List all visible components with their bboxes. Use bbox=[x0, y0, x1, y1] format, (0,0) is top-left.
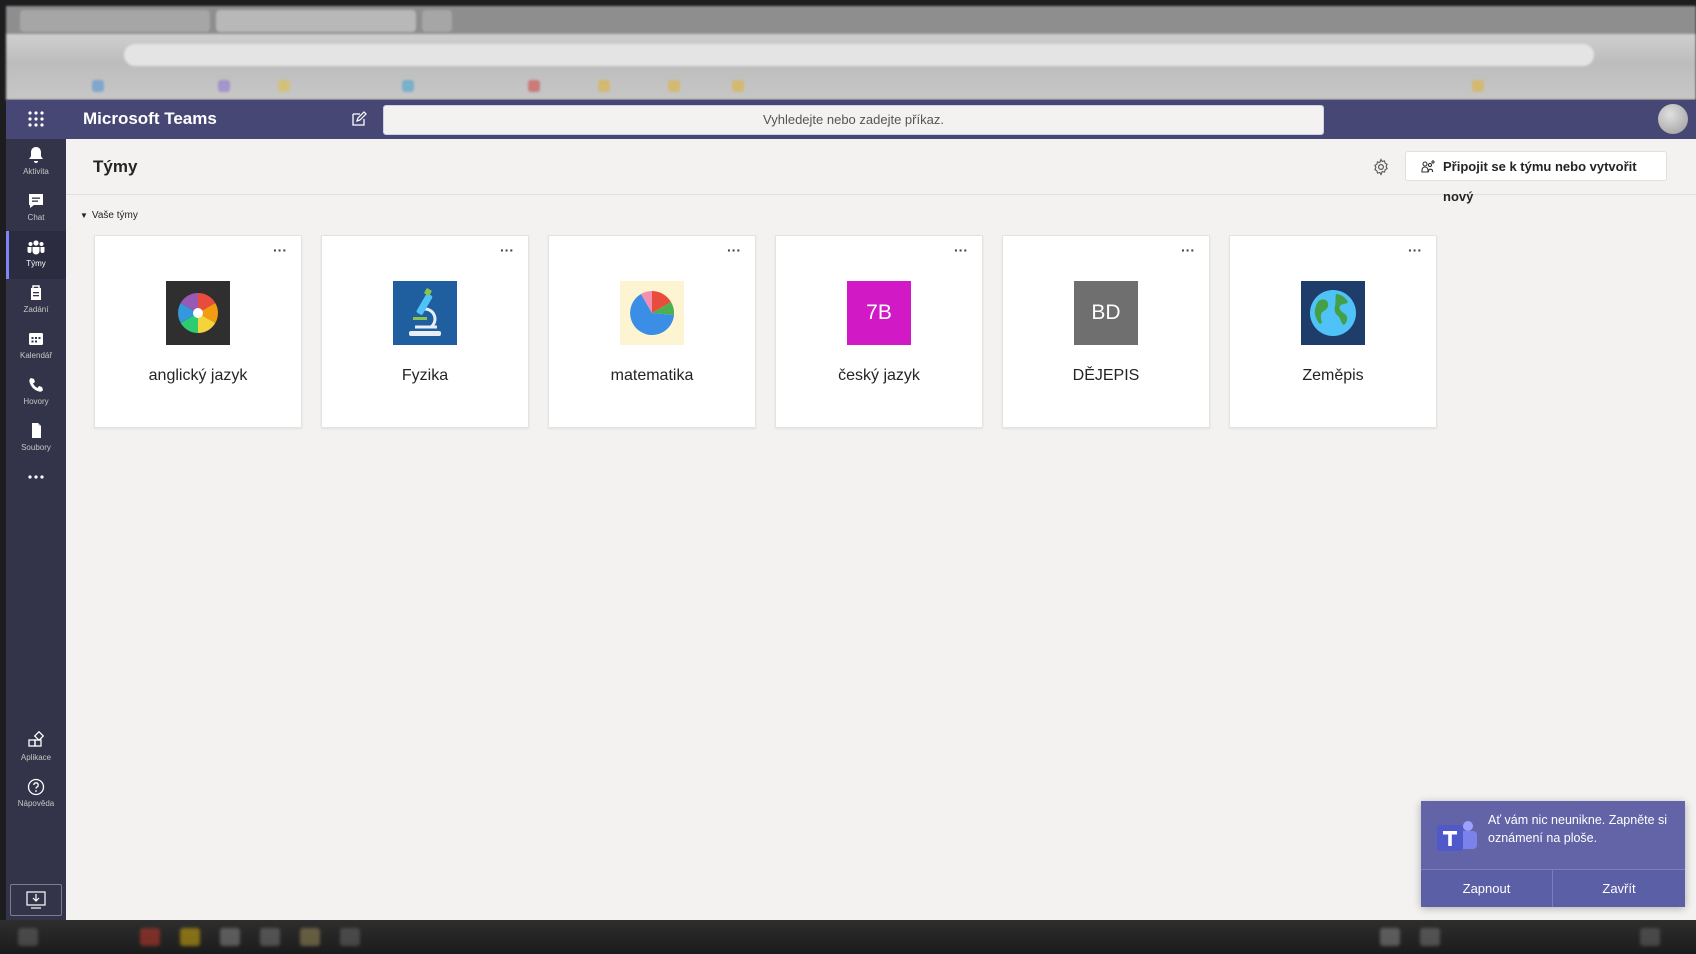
rail-item-label: Chat bbox=[27, 213, 45, 222]
bell-icon bbox=[29, 147, 43, 163]
os-taskbar bbox=[0, 920, 1696, 954]
taskbar-app-icon[interactable] bbox=[220, 928, 240, 946]
files-icon bbox=[32, 423, 41, 438]
pie-chart-icon bbox=[630, 291, 675, 335]
browser-address-bar[interactable] bbox=[124, 44, 1594, 66]
toast-actions: Zapnout Zavřít bbox=[1421, 869, 1685, 907]
browser-bookmarks-bar bbox=[6, 72, 1696, 100]
globe-icon bbox=[1310, 290, 1356, 336]
team-name: Fyzika bbox=[401, 367, 449, 384]
team-avatar: BD bbox=[1074, 281, 1138, 345]
section-label-text: Vaše týmy bbox=[91, 210, 138, 221]
more-options-icon[interactable]: ··· bbox=[1177, 243, 1199, 260]
rail-item-files[interactable]: Soubory bbox=[6, 415, 66, 463]
notification-toast: Ať vám nic neunikne. Zapněte si oznámení… bbox=[1421, 801, 1685, 907]
more-options-icon[interactable]: ··· bbox=[950, 243, 972, 260]
more-options-icon[interactable]: ··· bbox=[269, 243, 291, 260]
more-options-icon[interactable]: ··· bbox=[496, 243, 518, 260]
team-card[interactable]: ··· anglický jazyk bbox=[94, 235, 302, 428]
team-name: DĚJEPIS bbox=[1072, 367, 1140, 384]
rail-item-label: Týmy bbox=[26, 259, 46, 268]
app-launcher-icon[interactable] bbox=[26, 109, 46, 129]
team-card[interactable]: ··· Zeměpis bbox=[1229, 235, 1437, 428]
user-avatar[interactable] bbox=[1658, 104, 1688, 134]
team-card[interactable]: ··· matematika bbox=[548, 235, 756, 428]
taskbar-app-icon[interactable] bbox=[140, 928, 160, 946]
rail-item-label: Soubory bbox=[21, 443, 51, 452]
search-input[interactable]: Vyhledejte nebo zadejte příkaz. bbox=[383, 105, 1324, 135]
taskbar-app-icon[interactable] bbox=[180, 928, 200, 946]
team-avatar bbox=[1301, 281, 1365, 345]
rail-item-label: Aplikace bbox=[20, 753, 52, 762]
join-button-label: Připojit se k týmu nebo vytvořit nový bbox=[1443, 159, 1637, 204]
rail-item-assignments[interactable]: Zadání bbox=[6, 277, 66, 325]
your-teams-section-toggle[interactable]: ▼ Vaše týmy bbox=[80, 210, 138, 221]
taskbar-app-icon[interactable] bbox=[340, 928, 360, 946]
team-avatar: 7B bbox=[847, 281, 911, 345]
download-desktop-app-button[interactable] bbox=[10, 884, 62, 916]
team-name: Zeměpis bbox=[1302, 367, 1364, 384]
pie-chart-icon bbox=[178, 293, 218, 333]
teams-logo-icon bbox=[1437, 821, 1477, 851]
tray-icon[interactable] bbox=[1420, 928, 1440, 946]
browser-new-tab[interactable] bbox=[422, 10, 452, 32]
assignments-icon bbox=[31, 285, 41, 300]
browser-tab-strip bbox=[6, 6, 1696, 34]
rail-item-help[interactable]: Nápověda bbox=[6, 771, 66, 819]
team-card[interactable]: ··· BD DĚJEPIS bbox=[1002, 235, 1210, 428]
tray-icon[interactable] bbox=[1640, 928, 1660, 946]
more-options-icon[interactable]: ··· bbox=[723, 243, 745, 260]
rail-item-label: Hovory bbox=[23, 397, 49, 406]
team-avatar bbox=[620, 281, 684, 345]
rail-item-calls[interactable]: Hovory bbox=[6, 369, 66, 417]
rail-item-teams[interactable]: Týmy bbox=[6, 231, 66, 279]
enable-notifications-button[interactable]: Zapnout bbox=[1421, 870, 1553, 907]
microscope-icon bbox=[409, 288, 441, 336]
taskbar-app-icon[interactable] bbox=[260, 928, 280, 946]
chat-icon bbox=[29, 194, 43, 208]
phone-icon bbox=[29, 378, 43, 392]
download-icon bbox=[26, 891, 46, 909]
teams-icon bbox=[27, 240, 45, 255]
rail-item-label: Zadání bbox=[23, 305, 49, 314]
join-or-create-team-button[interactable]: Připojit se k týmu nebo vytvořit nový bbox=[1405, 151, 1667, 204]
page-title: Týmy bbox=[93, 157, 138, 176]
team-avatar bbox=[393, 281, 457, 345]
more-horizontal-icon bbox=[28, 475, 44, 479]
rail-item-calendar[interactable]: Kalendář bbox=[6, 323, 66, 371]
tray-icon[interactable] bbox=[1380, 928, 1400, 946]
team-name: matematika bbox=[610, 367, 694, 384]
rail-more-button[interactable] bbox=[6, 461, 66, 491]
browser-tab[interactable] bbox=[20, 10, 210, 32]
rail-item-label: Nápověda bbox=[17, 799, 55, 808]
page-header: Týmy Připojit se k týmu nebo vytvořit no… bbox=[66, 139, 1696, 204]
apps-icon bbox=[28, 731, 45, 747]
caret-down-icon: ▼ bbox=[80, 211, 88, 220]
rail-item-apps[interactable]: Aplikace bbox=[6, 725, 66, 773]
team-card[interactable]: ··· 7B český jazyk bbox=[775, 235, 983, 428]
browser-tab[interactable] bbox=[216, 10, 416, 32]
rail-item-chat[interactable]: Chat bbox=[6, 185, 66, 233]
app-title: Microsoft Teams bbox=[83, 109, 217, 128]
start-icon[interactable] bbox=[18, 928, 38, 946]
teams-top-bar: Microsoft Teams Vyhledejte nebo zadejte … bbox=[6, 100, 1696, 139]
rail-item-label: Kalendář bbox=[19, 351, 53, 360]
toast-message: Ať vám nic neunikne. Zapněte si oznámení… bbox=[1488, 813, 1668, 845]
team-card[interactable]: ··· Fyzika bbox=[321, 235, 529, 428]
team-name: český jazyk bbox=[838, 367, 920, 384]
left-app-bar: Aktivita Chat Týmy Zadání Kalendář Hovor… bbox=[6, 139, 66, 920]
more-options-icon[interactable]: ··· bbox=[1404, 243, 1426, 260]
close-toast-button[interactable]: Zavřít bbox=[1553, 870, 1685, 907]
help-icon bbox=[27, 778, 45, 796]
team-name: anglický jazyk bbox=[148, 367, 248, 384]
rail-item-label: Aktivita bbox=[23, 167, 49, 176]
taskbar-app-icon[interactable] bbox=[300, 928, 320, 946]
compose-icon[interactable] bbox=[350, 110, 368, 128]
rail-item-activity[interactable]: Aktivita bbox=[6, 139, 66, 187]
browser-chrome bbox=[6, 6, 1696, 100]
gear-icon[interactable] bbox=[1372, 158, 1390, 176]
team-avatar bbox=[166, 281, 230, 345]
add-team-icon bbox=[1421, 160, 1435, 173]
calendar-icon bbox=[29, 333, 43, 345]
